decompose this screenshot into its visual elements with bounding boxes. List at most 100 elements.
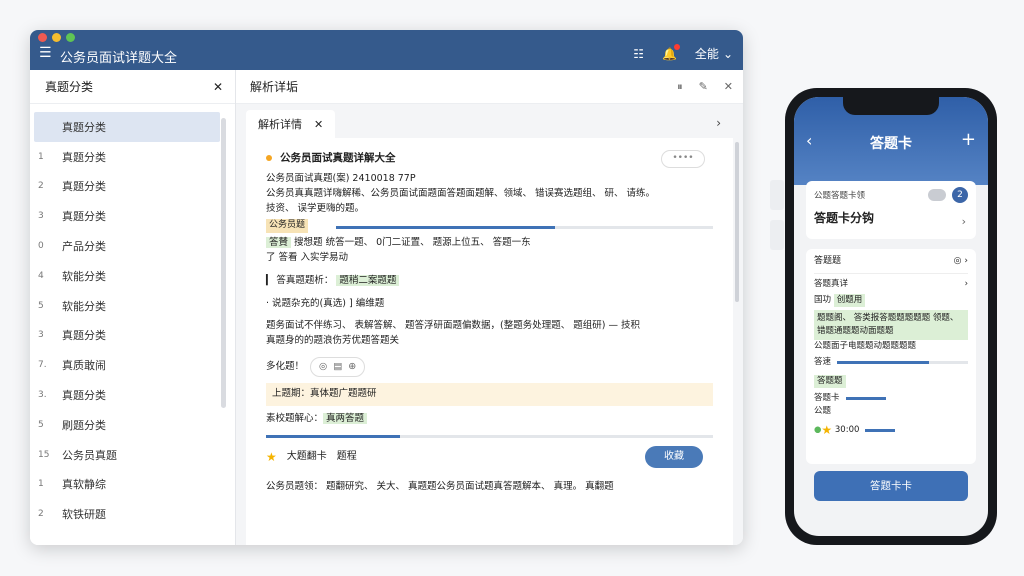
desktop-window: ☰ 公务员面试详题大全 ☷ 🔔 全能 ⌄ 真题分类 ✕ 真题分类 1 真题分类 2 真题… <box>30 30 743 545</box>
collect-button[interactable]: 收藏 <box>645 446 703 469</box>
sidebar-item-label: 真题分类 <box>62 210 106 224</box>
q1-label: 答真题题析： <box>276 274 334 286</box>
window-controls <box>38 33 75 42</box>
card-title: 大题翻卡 <box>286 451 327 463</box>
sidebar-item-label: 真题分类 <box>62 120 106 134</box>
sidebar-item-label: 真题分类 <box>62 329 106 343</box>
main-panel: 解析详垢 ⏸ ✎ ✕ 解析详情 ✕ › 公务员面试真题详解大全 •••• 公务员… <box>236 70 743 545</box>
hint-label: 素校题解心： <box>266 413 324 425</box>
sidebar-list: 真题分类 1 真题分类 2 真题分类 3 真题分类 0 产品分类 4 软能分类 5 软能分类 3 真题分类 7… <box>30 104 235 529</box>
sidebar-item[interactable]: 2 真题分类 <box>30 172 235 202</box>
sidebar-scrollbar[interactable] <box>221 118 226 408</box>
close-icon[interactable]: ✕ <box>213 80 223 94</box>
sidebar-title: 真题分类 <box>45 80 94 94</box>
article-content: 公务员面试真题详解大全 •••• 公务员面试真题(案) 2410018 77P … <box>246 138 733 545</box>
sidebar-item[interactable]: 3. 真题分类 <box>30 380 235 410</box>
article-desc-2: 技资、 误学更嗨的题。 <box>266 202 365 214</box>
phone-title: 答题卡 <box>870 136 912 152</box>
sidebar-item[interactable]: 0 产品分类 <box>30 231 235 261</box>
more-button[interactable]: •••• <box>661 150 705 168</box>
content-scrollbar[interactable] <box>735 142 739 302</box>
plus-icon[interactable]: + <box>961 129 976 150</box>
sidebar-item-label: 公务员真题 <box>62 448 117 462</box>
line-5: 公题 <box>814 405 832 416</box>
comment-icon[interactable]: ◎ <box>319 360 327 375</box>
sidebar-item[interactable]: 7. 真质敢闹 <box>30 350 235 380</box>
card-sub: 题程 <box>336 451 357 463</box>
sidebar-item[interactable]: 2 软铁研题 <box>30 499 235 529</box>
sidebar-item[interactable]: 真题分类 <box>34 112 220 142</box>
section-title: 答题题 <box>814 256 842 266</box>
star-icon: ★ <box>821 423 833 438</box>
article-desc: 公务员真真题详嗨解稀、公务员面试面题面答题面题解、领域、 错误赛选题组、 研、 … <box>266 187 656 199</box>
bullet-icon <box>266 155 272 162</box>
sidebar-item[interactable]: 3 真题分类 <box>30 321 235 351</box>
sidebar-item-number: 4 <box>38 270 44 281</box>
sidebar-item[interactable]: 5 刷题分类 <box>30 410 235 440</box>
progress-fill <box>865 428 896 432</box>
sidebar-item-label: 产品分类 <box>62 240 106 254</box>
icons-label: 多化题！ <box>266 360 305 372</box>
progress-fill <box>266 434 401 438</box>
sidebar-item[interactable]: 1 真软静综 <box>30 470 235 500</box>
maximize-window-button[interactable] <box>66 33 75 42</box>
progress-bar: 公务员题 <box>266 219 713 234</box>
decorative-tab <box>770 220 784 250</box>
share-icon[interactable]: ⊕ <box>348 360 356 375</box>
document-icon[interactable]: ▤ <box>333 360 342 375</box>
q1-value: 题稍二案题题 <box>336 274 400 286</box>
line-4: 答题卡 <box>814 392 840 403</box>
sidebar-item[interactable]: 3 真题分类 <box>30 201 235 231</box>
summary-card[interactable]: 公题答题卡领 2 答题卡分钩 › <box>806 181 976 239</box>
body-text-2: 真题身的的题浪伤芳优题答题关 <box>266 335 400 347</box>
progress-label: 公务员题 <box>266 219 309 234</box>
list-icon[interactable]: ☷ <box>633 47 644 61</box>
sidebar-item-label: 真软静综 <box>62 478 106 492</box>
sidebar-item[interactable]: 1 真题分类 <box>30 142 235 172</box>
footer-text: 公务员题领： 题翻研究、 关大、 真题题公务员面试题真答题解本、 真理。 真翻题 <box>266 481 614 493</box>
phone-mockup: ‹ 答题卡 + 公题答题卡领 2 答题卡分钩 › 答题题 ◎ › 答题真详 › 国功… <box>785 88 997 545</box>
sidebar-item[interactable]: 5 软能分类 <box>30 291 235 321</box>
article-meta: 公务员面试真题(案) 2410018 77P <box>266 173 416 185</box>
app-title: 公务员面试详题大全 <box>60 51 178 66</box>
close-icon[interactable]: ✕ <box>724 80 733 93</box>
sidebar-item-label: 真题分类 <box>62 389 106 403</box>
close-window-button[interactable] <box>38 33 47 42</box>
tab-close-icon[interactable]: ✕ <box>314 118 323 131</box>
edit-icon[interactable]: ✎ <box>699 80 708 93</box>
line-1: 公题面子电题题动题题题题 <box>814 340 917 351</box>
sidebar-item[interactable]: 15 公务员真题 <box>30 440 235 470</box>
pause-icon[interactable]: ⏸ <box>677 80 683 94</box>
sidebar: 真题分类 ✕ 真题分类 1 真题分类 2 真题分类 3 真题分类 0 产品分类 4 软能分类 5 软能分… <box>30 70 236 545</box>
sidebar-item-number: 1 <box>38 479 44 490</box>
phone-screen: ‹ 答题卡 + 公题答题卡领 2 答题卡分钩 › 答题题 ◎ › 答题真详 › 国功… <box>794 97 988 536</box>
sidebar-item-number: 3. <box>38 390 47 401</box>
answer-card-button[interactable]: 答题卡卡 <box>814 471 968 501</box>
row1-label: 答题真详 <box>814 278 849 289</box>
sidebar-item-number: 1 <box>38 151 44 162</box>
chevron-right-icon[interactable]: › <box>716 116 721 130</box>
toggle-switch[interactable] <box>928 189 946 201</box>
chevron-right-icon[interactable]: › <box>965 278 968 291</box>
chat-icon[interactable]: ◎ › <box>954 255 968 269</box>
tab-analysis[interactable]: 解析详情 ✕ <box>246 110 336 138</box>
user-menu[interactable]: 全能 ⌄ <box>695 45 733 62</box>
progress-fill <box>837 361 929 365</box>
line-2: 答速 <box>814 357 832 368</box>
sub-text: 了 答看 入实学易动 <box>266 252 349 264</box>
sidebar-item-number: 3 <box>38 330 44 341</box>
detail-card: 答题题 ◎ › 答题真详 › 国功 创题用 题题阁、 答类报答题题题题题 领题、 错… <box>806 249 976 464</box>
progress-fill <box>336 226 555 230</box>
bell-icon[interactable]: 🔔 <box>662 43 680 61</box>
sidebar-item-label: 软能分类 <box>62 269 106 283</box>
line-3: 答题题 <box>814 375 846 388</box>
minimize-window-button[interactable] <box>52 33 61 42</box>
progress-bar-2 <box>266 434 713 438</box>
answer-text: 搜想题 统答一题、 0门二证置、 题源上位五、 答题一东 <box>294 237 531 249</box>
title-bar: ☰ 公务员面试详题大全 ☷ 🔔 全能 ⌄ <box>30 30 743 70</box>
hamburger-menu-icon[interactable]: ☰ <box>39 46 52 60</box>
row2-value: 创题用 <box>833 294 866 307</box>
avatar: 2 <box>952 187 968 203</box>
card-big-text: 答题卡分钩 <box>814 211 875 225</box>
sidebar-item[interactable]: 4 软能分类 <box>30 261 235 291</box>
